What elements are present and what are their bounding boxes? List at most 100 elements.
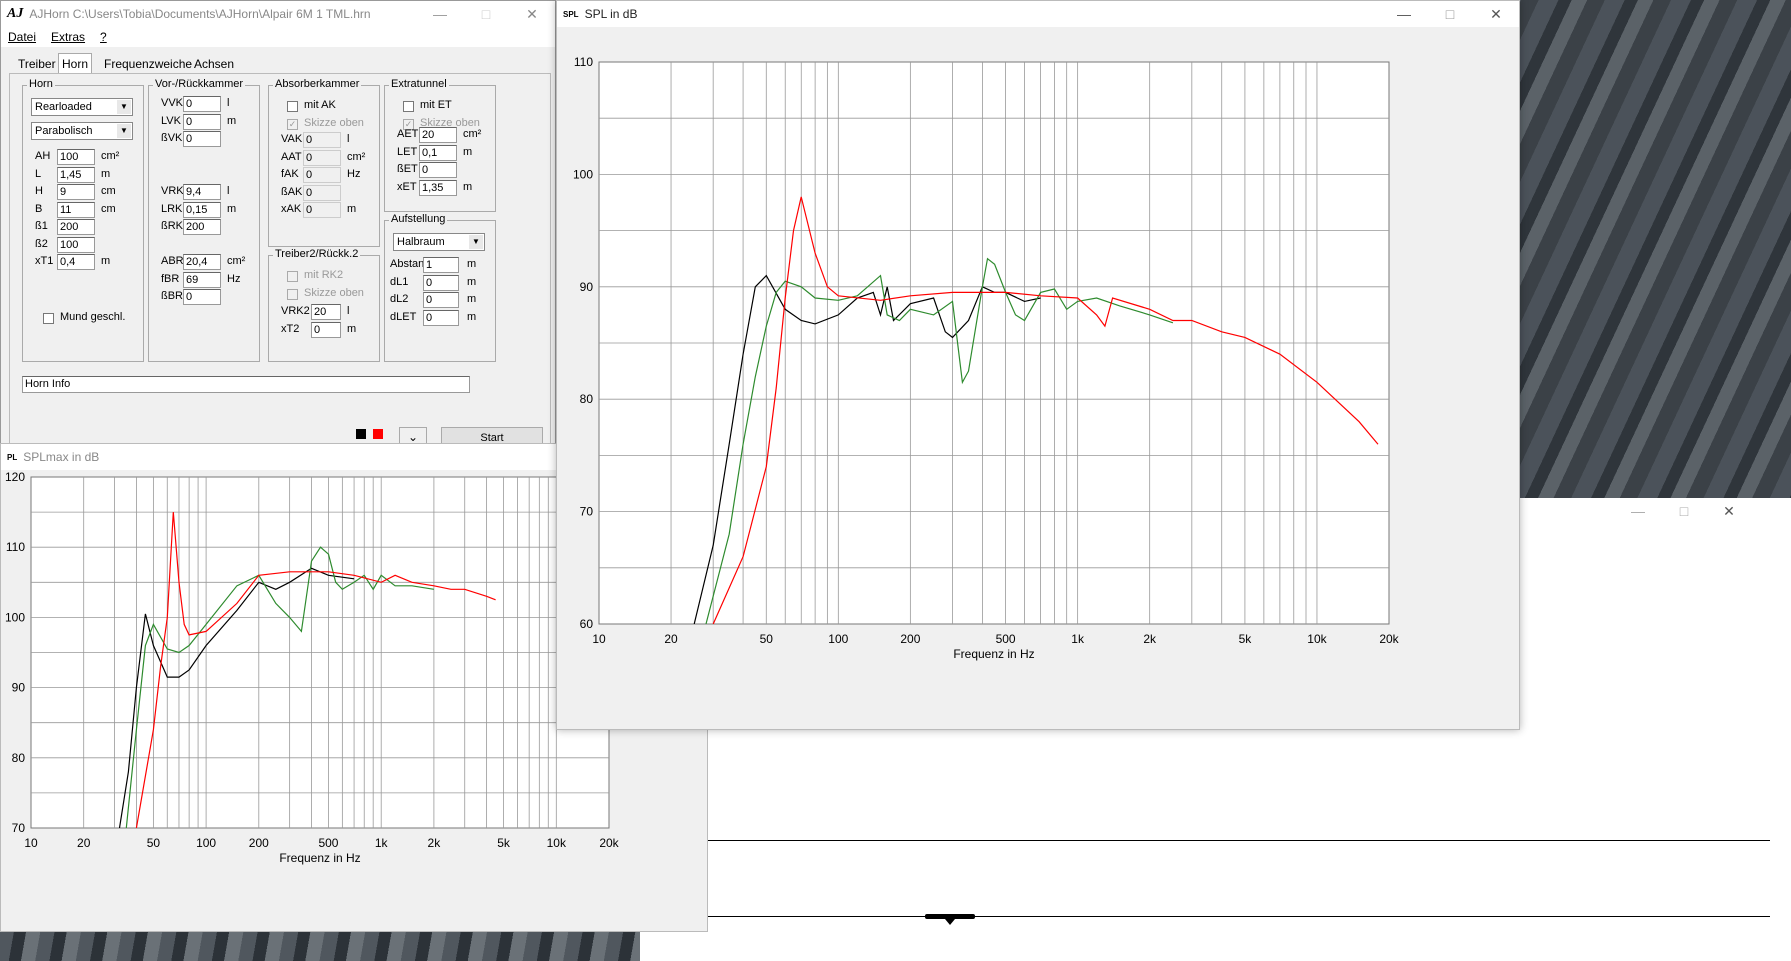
maximize-button[interactable]: □	[463, 1, 509, 27]
aufstellung-group-label: Aufstellung	[389, 213, 448, 225]
maximize-button[interactable]: □	[1427, 1, 1473, 27]
chevron-down-icon: ▼	[117, 100, 131, 114]
input-ßrk[interactable]: 200	[183, 219, 221, 235]
input-ßet[interactable]: 0	[419, 162, 457, 178]
unit-xak: m	[347, 203, 357, 215]
mit-et-checkbox[interactable]	[403, 101, 414, 112]
horn-type-select[interactable]: Rearloaded ▼	[31, 98, 133, 116]
input-l[interactable]: 1,45	[57, 166, 95, 183]
input-ß1[interactable]: 200	[57, 219, 95, 235]
ajhorn-main-window: AJ AJHorn C:\Users\Tobia\Documents\AJHor…	[0, 0, 556, 455]
spl-window: SPL SPL in dB — □ ✕ 60 70 80 90 100 110 10 20 50…	[556, 0, 1520, 730]
input-xak[interactable]: 0	[303, 202, 341, 218]
input-vrk[interactable]: 9,4	[183, 184, 221, 200]
maximize-button[interactable]: □	[1661, 498, 1707, 524]
field-label-dlet: dLET	[390, 310, 417, 323]
minimize-button[interactable]: —	[1615, 498, 1661, 524]
horn-profile-value: Parabolisch	[35, 125, 93, 137]
field-label-dl2: dL2	[390, 293, 409, 305]
horn-profile-select[interactable]: Parabolisch ▼	[31, 122, 133, 140]
minimize-button[interactable]: —	[417, 1, 463, 27]
x-tick-label: 5k	[497, 836, 511, 850]
tab-achsen[interactable]: Achsen	[191, 55, 237, 73]
field-label-xet: xET	[397, 180, 417, 193]
input-lvk[interactable]: 0	[183, 113, 221, 130]
unit-dl2: m	[467, 293, 477, 305]
skizze-oben-2-label: Skizze oben	[304, 287, 364, 299]
input-xt1[interactable]: 0,4	[57, 254, 95, 270]
color-swatch-black[interactable]	[356, 429, 366, 439]
unit-l: m	[101, 167, 111, 180]
minimize-button[interactable]: —	[1381, 1, 1427, 27]
input-ah[interactable]: 100	[57, 149, 95, 165]
mit-ak-checkbox[interactable]	[287, 101, 298, 112]
horn-info-input[interactable]: Horn Info	[22, 376, 470, 393]
chevron-down-icon: ▼	[469, 235, 483, 249]
unit-fbr: Hz	[227, 272, 241, 285]
x-tick-label: 2k	[428, 836, 442, 850]
color-swatch-red[interactable]	[373, 429, 383, 439]
field-label-ßvk: ßVK	[161, 132, 183, 144]
x-tick-label: 100	[196, 836, 216, 850]
input-fbr[interactable]: 69	[183, 271, 221, 288]
splmax-app-icon: PL	[7, 452, 18, 462]
input-vvk[interactable]: 0	[183, 96, 221, 112]
aufstellung-group: Aufstellung Halbraum ▼ Abstand 1 m dL1 0 m dL2…	[384, 213, 496, 362]
y-tick-label: 80	[12, 751, 26, 765]
unit-xt1: m	[101, 255, 111, 267]
chevron-down-icon: ▼	[117, 124, 131, 138]
x-tick-label: 5k	[1239, 632, 1253, 646]
mit-rk2-checkbox[interactable]	[287, 271, 298, 282]
tab-frequenzweiche[interactable]: Frequenzweiche	[101, 55, 195, 73]
field-label-xt1: xT1	[35, 255, 54, 267]
input-ß2[interactable]: 100	[57, 236, 95, 253]
tab-horn[interactable]: Horn	[58, 53, 93, 74]
x-axis-label: Frequenz in Hz	[953, 647, 1034, 661]
field-label-vrk: VRK	[161, 185, 184, 197]
skizze-oben-2-checkbox[interactable]	[287, 289, 298, 300]
menu-extras[interactable]: Extras	[51, 30, 85, 44]
field-label-ßbr: ßBR	[161, 290, 183, 302]
input-aat[interactable]: 0	[303, 149, 341, 166]
field-label-ßrk: ßRK	[161, 220, 183, 232]
spl-title: SPL in dB	[584, 7, 638, 21]
input-dl1[interactable]: 0	[423, 274, 459, 291]
input-vak[interactable]: 0	[303, 132, 341, 148]
input-let[interactable]: 0,1	[419, 144, 457, 161]
y-tick-label: 70	[580, 505, 594, 519]
field-label-abr: ABR	[161, 255, 184, 267]
horizontal-line	[640, 916, 1770, 917]
aufstellung-select[interactable]: Halbraum ▼	[393, 233, 485, 251]
skizze-oben-checkbox[interactable]: ✓	[287, 119, 298, 130]
unit-vak: l	[347, 133, 350, 145]
input-xet[interactable]: 1,35	[419, 179, 457, 196]
mund-geschl-checkbox[interactable]	[43, 313, 54, 324]
input-ßbr[interactable]: 0	[183, 289, 221, 305]
close-button[interactable]: ✕	[1706, 498, 1752, 524]
field-label-ß2: ß2	[35, 237, 48, 250]
close-button[interactable]: ✕	[509, 1, 555, 27]
input-vrk2[interactable]: 20	[311, 304, 341, 320]
menu-help[interactable]: ?	[100, 30, 107, 44]
input-dlet[interactable]: 0	[423, 309, 459, 326]
input-h[interactable]: 9	[57, 184, 95, 200]
input-abstand[interactable]: 1	[423, 257, 459, 273]
input-fak[interactable]: 0	[303, 167, 341, 183]
input-dl2[interactable]: 0	[423, 292, 459, 308]
ajhorn-app-icon: AJ	[7, 6, 24, 21]
input-b[interactable]: 11	[57, 201, 95, 218]
input-xt2[interactable]: 0	[311, 321, 341, 338]
input-aet[interactable]: 20	[419, 127, 457, 143]
field-label-lvk: LVK	[161, 114, 181, 127]
close-button[interactable]: ✕	[1473, 1, 1519, 27]
input-lrk[interactable]: 0,15	[183, 201, 221, 218]
input-abr[interactable]: 20,4	[183, 254, 221, 270]
x-tick-label: 10	[592, 632, 606, 646]
absorberkammer-group-label: Absorberkammer	[273, 78, 362, 90]
input-ßak[interactable]: 0	[303, 184, 341, 201]
tab-treiber[interactable]: Treiber	[15, 55, 59, 73]
marker-tip-icon	[945, 919, 955, 925]
menu-datei[interactable]: Datei	[8, 30, 36, 44]
input-ßvk[interactable]: 0	[183, 131, 221, 147]
field-label-aet: AET	[397, 128, 419, 140]
